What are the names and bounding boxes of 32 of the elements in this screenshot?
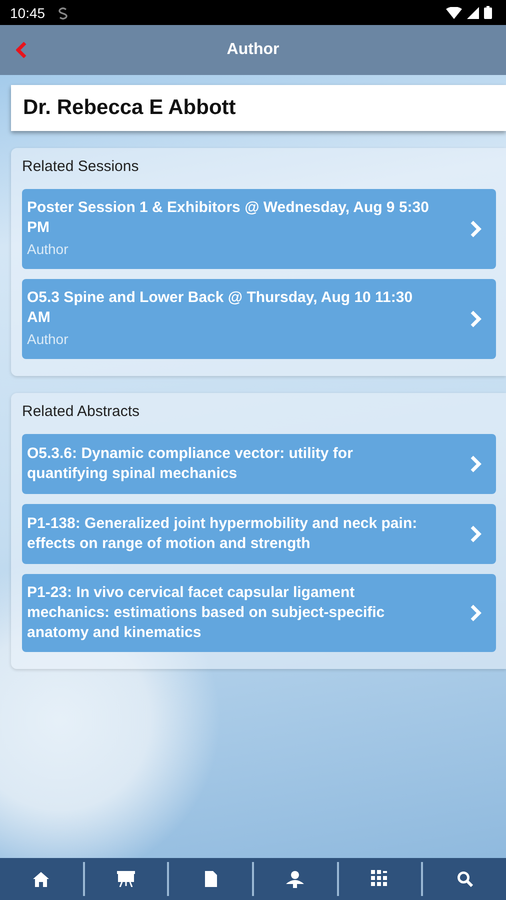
item-subtitle: Author [27,330,70,349]
signal-icon [467,6,479,18]
chevron-icon [470,310,482,328]
wifi-icon [446,6,462,18]
chevron-icon [470,604,482,622]
page-title: Author [226,41,280,59]
grid-icon[interactable] [371,870,390,888]
list-item[interactable]: O5.3 Spine and Lower Back @ Thursday, Aug 10 11:30 AM Author [22,279,496,359]
person-icon[interactable] [286,870,304,888]
chevron-icon [470,525,482,543]
item-title: O5.3.6: Dynamic compliance vector: utility for quantifying spinal mechanics [27,444,354,484]
list-item[interactable]: Poster Session 1 & Exhibitors @ Wednesday, Aug 9 5:30 PM Author [22,189,496,269]
list-item[interactable]: P1-138: Generalized joint hypermobility and neck pain: effects on range of motion and strength [22,504,496,564]
chevron-icon [470,220,482,238]
list-item[interactable]: O5.3.6: Dynamic compliance vector: utility for quantifying spinal mechanics [22,434,496,494]
chevron-icon [470,455,482,473]
list-item[interactable]: P1-23: In vivo cervical facet capsular ligament mechanics: estimations based on subject-specific anatomy and kinematics [22,574,496,652]
easel-icon[interactable] [117,871,135,887]
battery-icon [484,6,492,19]
author-name: Dr. Rebecca E Abbott [23,96,236,120]
document-icon[interactable] [204,871,217,887]
item-title: O5.3 Spine and Lower Back @ Thursday, Aug 10 11:30 AM [27,288,414,328]
sync-icon [58,6,68,20]
search-icon[interactable] [456,871,473,887]
home-icon[interactable] [33,872,50,886]
section-heading: Related Abstracts [22,403,141,420]
item-subtitle: Author [27,240,70,259]
item-title: Poster Session 1 & Exhibitors @ Wednesday, Aug 9 5:30 PM [27,198,430,238]
section-heading: Related Sessions [22,158,140,175]
status-time: 10:45 [10,4,46,20]
item-title: P1-23: In vivo cervical facet capsular ligament mechanics: estimations based on subject-specific anatomy and kinematics [27,583,386,643]
item-title: P1-138: Generalized joint hypermobility and neck pain: effects on range of motion and strength [27,514,418,554]
